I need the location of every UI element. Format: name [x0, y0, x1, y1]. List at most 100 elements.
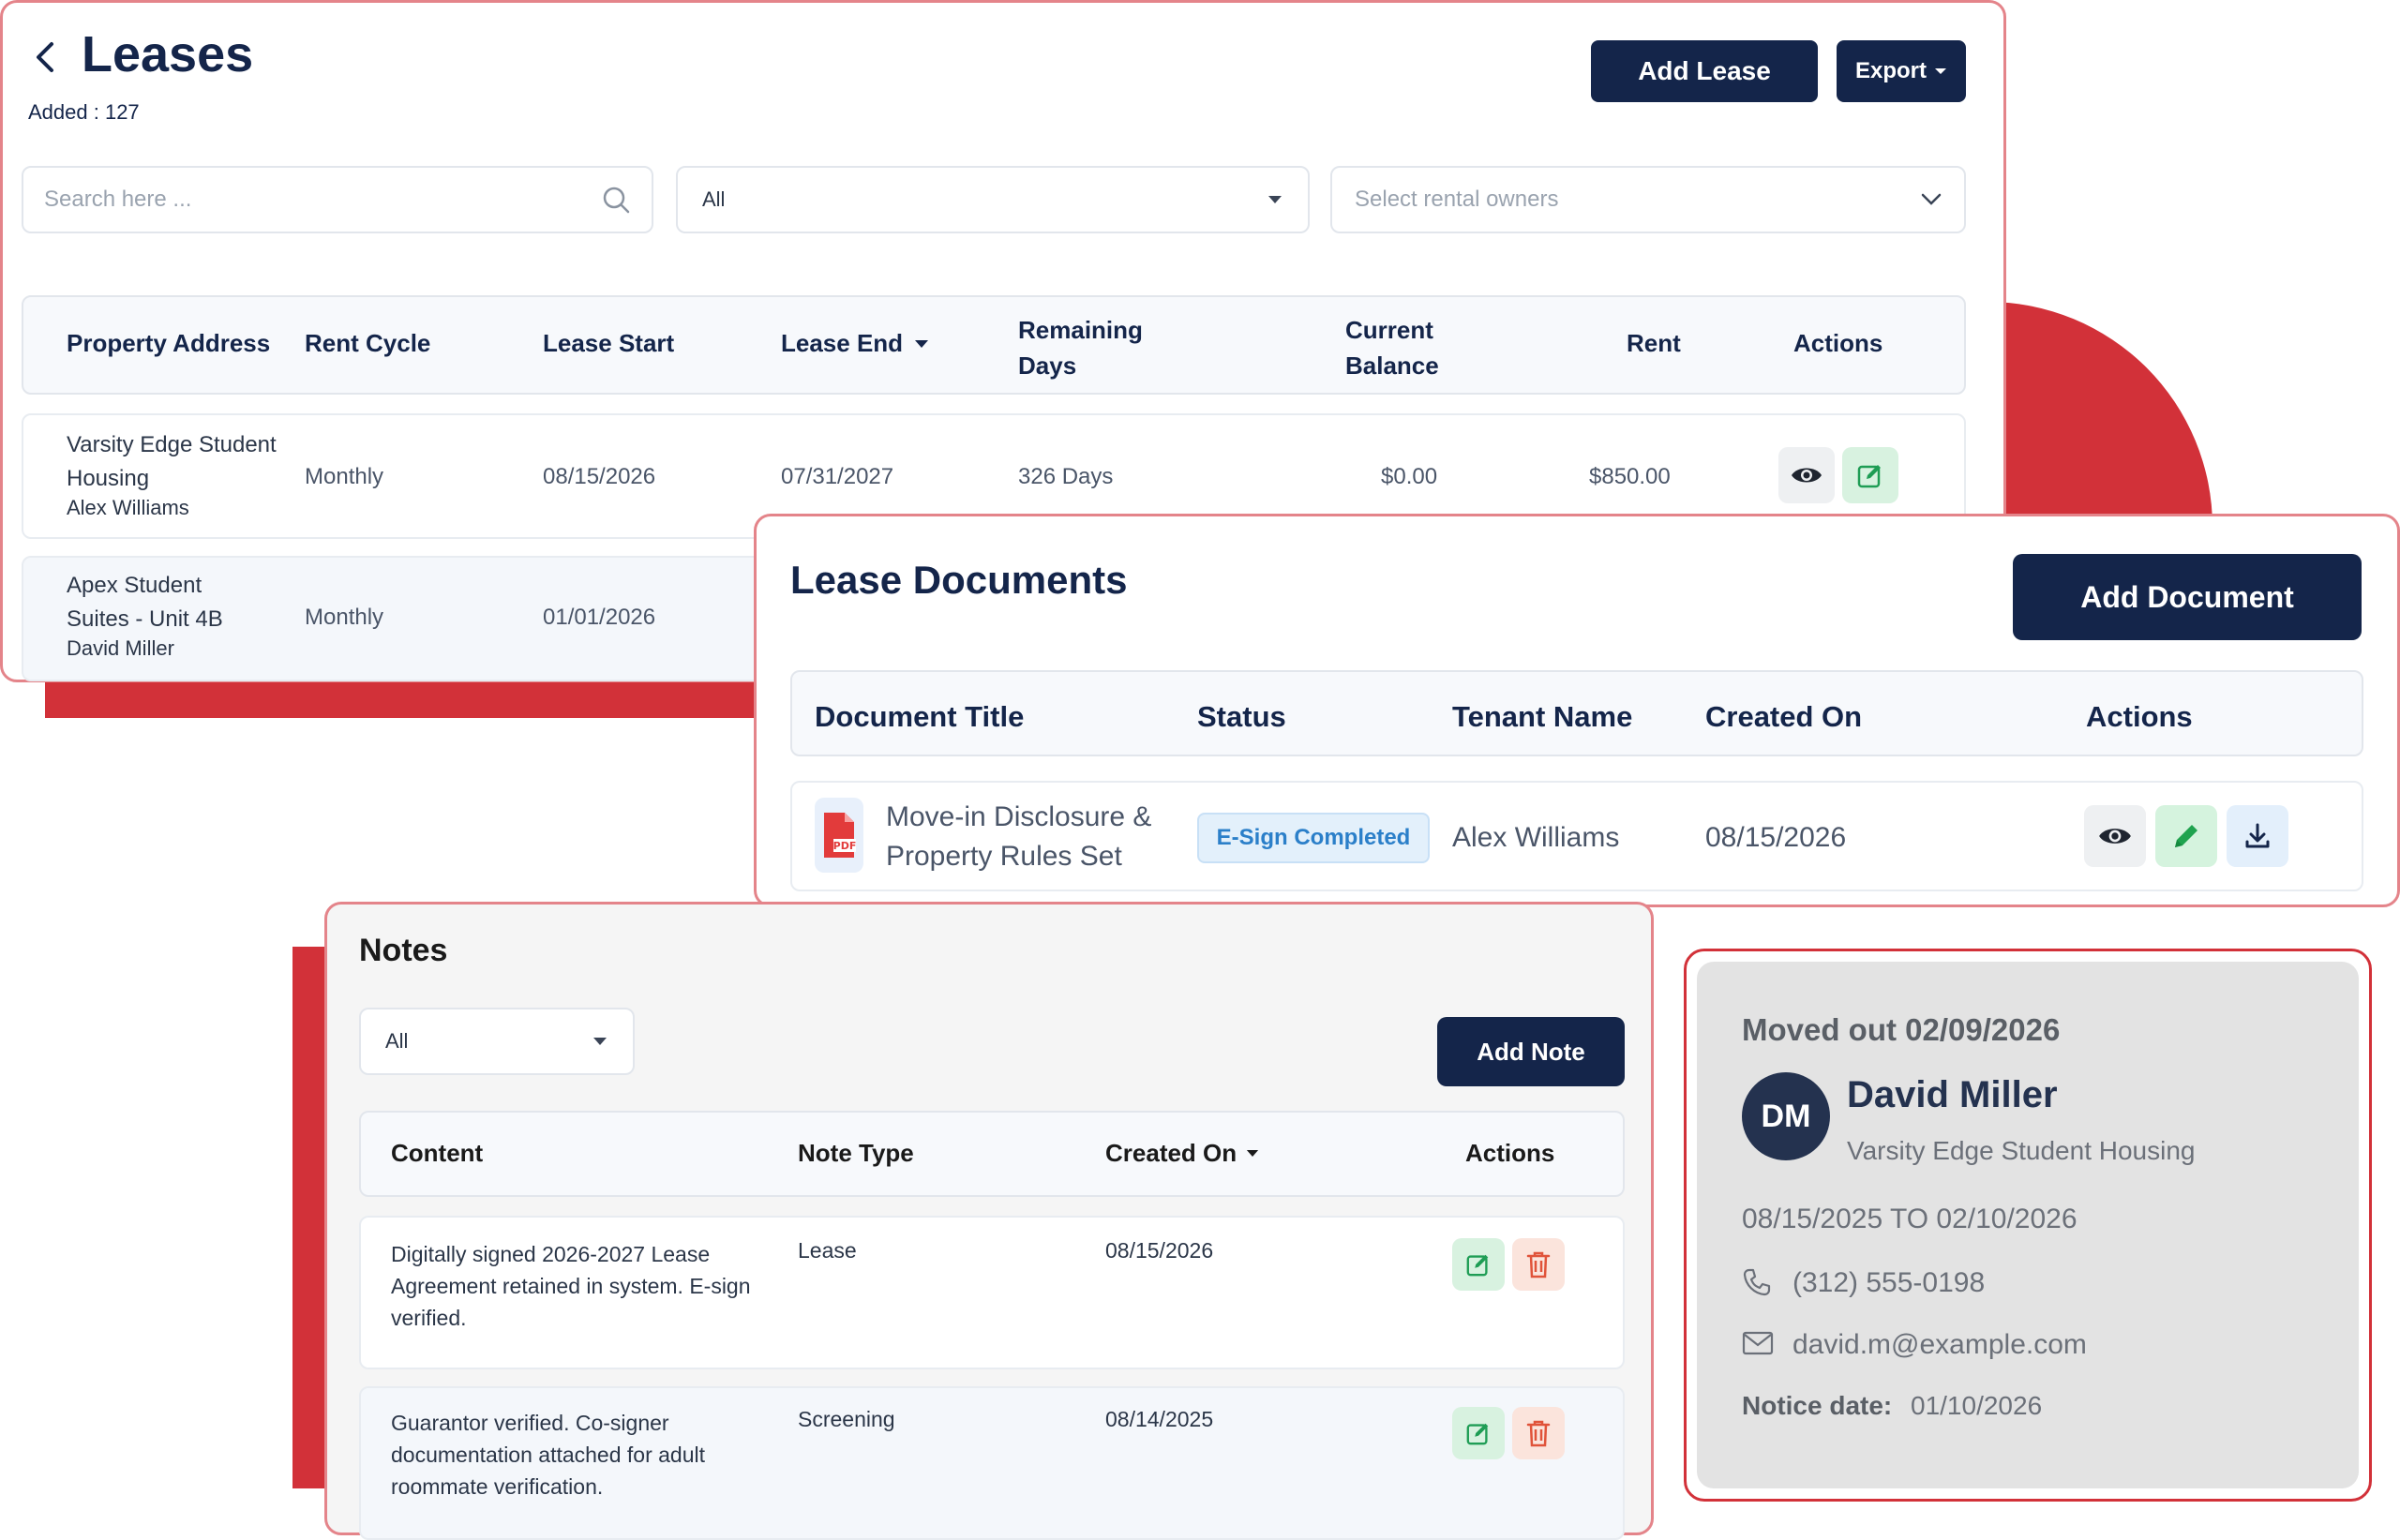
email-address[interactable]: david.m@example.com: [1792, 1329, 2087, 1361]
column-header[interactable]: Note Type: [798, 1139, 914, 1168]
notice-date-label: Notice date:: [1742, 1391, 1893, 1420]
add-lease-button[interactable]: Add Lease: [1591, 40, 1818, 102]
edit-button[interactable]: [1842, 447, 1898, 503]
added-count: Added : 127: [28, 100, 140, 124]
export-button[interactable]: Export: [1837, 40, 1966, 102]
note-created-on: 08/15/2026: [1105, 1238, 1214, 1263]
documents-title: Lease Documents: [790, 558, 1128, 602]
column-header[interactable]: Rent: [1627, 329, 1681, 358]
trash-icon: [1526, 1251, 1551, 1278]
column-header[interactable]: Property Address: [67, 329, 270, 358]
edit-icon: [1466, 1254, 1489, 1277]
notice-date-value: 01/10/2026: [1911, 1391, 2043, 1420]
property-address: Apex Student Suites - Unit 4B: [67, 573, 223, 632]
caret-down-icon: [593, 1038, 607, 1045]
rent-cycle: Monthly: [305, 464, 384, 489]
sort-down-icon: [915, 339, 929, 348]
add-note-button[interactable]: Add Note: [1437, 1017, 1625, 1086]
add-document-button[interactable]: Add Document: [2013, 554, 2362, 640]
delete-button[interactable]: [1512, 1238, 1565, 1291]
column-header: Actions: [1465, 1139, 1555, 1167]
note-type: Lease: [798, 1238, 857, 1263]
edit-button[interactable]: [1452, 1238, 1505, 1291]
status-badge: E-Sign Completed: [1197, 813, 1430, 863]
view-button[interactable]: [2084, 805, 2146, 867]
rent-amount: $850.00: [1589, 464, 1671, 489]
pencil-icon: [2175, 825, 2198, 847]
page-title: Leases: [82, 26, 254, 82]
notes-table-header: [359, 1111, 1625, 1197]
tenant-name: Alex Williams: [1452, 822, 1620, 853]
lease-start: 08/15/2026: [543, 464, 656, 489]
delete-button[interactable]: [1512, 1407, 1565, 1459]
chevron-down-icon: [1921, 193, 1942, 205]
tenant-property: Varsity Edge Student Housing: [1847, 1136, 2196, 1165]
note-content: Digitally signed 2026-2027 Lease Agreeme…: [391, 1242, 751, 1330]
note-type: Screening: [798, 1407, 895, 1431]
column-header[interactable]: Status: [1197, 700, 1286, 734]
lease-period: 08/15/2025 TO 02/10/2026: [1742, 1204, 2078, 1234]
status-filter-value: All: [702, 187, 726, 211]
sort-down-icon: [1247, 1150, 1259, 1157]
search-placeholder: Search here ...: [44, 187, 192, 212]
tenant-name: David Miller: [67, 636, 174, 660]
download-button[interactable]: [2227, 805, 2288, 867]
tenant-card: Moved out 02/09/2026 DM David Miller Var…: [1697, 962, 2359, 1488]
column-header[interactable]: Remaining Days: [1018, 312, 1178, 383]
edit-button[interactable]: [1452, 1407, 1505, 1459]
note-content: Guarantor verified. Co-signer documentat…: [391, 1411, 706, 1499]
edit-button[interactable]: [2155, 805, 2217, 867]
avatar: DM: [1742, 1072, 1830, 1160]
note-type-filter-value: All: [385, 1029, 409, 1053]
edit-icon: [1857, 465, 1881, 488]
column-header[interactable]: Current Balance: [1345, 312, 1477, 383]
notes-panel: Notes All Add Note Content Note Type Cre…: [324, 902, 1654, 1540]
search-input[interactable]: Search here ...: [22, 166, 653, 233]
lease-end-sort-header[interactable]: Lease End: [781, 329, 929, 358]
export-label: Export: [1854, 58, 1927, 83]
phone-icon: [1742, 1267, 1772, 1297]
lease-start: 01/01/2026: [543, 605, 656, 630]
column-header: Actions: [1793, 329, 1883, 357]
eye-icon: [1792, 468, 1822, 483]
moved-out-label: Moved out 02/09/2026: [1742, 1012, 2061, 1047]
trash-icon: [1526, 1420, 1551, 1447]
download-icon: [2245, 823, 2270, 848]
created-on: 08/15/2026: [1705, 822, 1847, 853]
edit-icon: [1466, 1423, 1489, 1445]
column-header[interactable]: Created On: [1705, 700, 1862, 734]
caret-down-icon: [1268, 196, 1282, 203]
created-on-sort-header[interactable]: Created On: [1105, 1139, 1259, 1168]
note-type-filter[interactable]: All: [359, 1008, 635, 1075]
column-header[interactable]: Rent Cycle: [305, 329, 430, 358]
column-header[interactable]: Content: [391, 1139, 483, 1168]
lease-end: 07/31/2027: [781, 464, 894, 489]
column-header: Created On: [1105, 1139, 1238, 1167]
current-balance: $0.00: [1381, 464, 1438, 489]
property-address: Varsity Edge Student Housing: [67, 432, 277, 491]
view-button[interactable]: [1778, 447, 1835, 503]
rental-owners-placeholder: Select rental owners: [1355, 187, 1559, 212]
pdf-file-icon: PDF: [815, 798, 863, 873]
tenant-name: David Miller: [1847, 1074, 2058, 1115]
remaining-days: 326 Days: [1018, 464, 1114, 489]
mail-icon: [1742, 1331, 1774, 1355]
column-header[interactable]: Document Title: [815, 700, 1024, 734]
document-title[interactable]: Move-in Disclosure & Property Rules Set: [886, 798, 1195, 876]
column-header: Actions: [2086, 700, 2193, 733]
notes-title: Notes: [359, 933, 448, 968]
back-icon[interactable]: [31, 38, 59, 76]
column-header[interactable]: Tenant Name: [1452, 700, 1632, 734]
eye-icon: [2099, 829, 2131, 844]
pdf-badge-text: PDF: [833, 840, 857, 852]
search-icon: [603, 187, 630, 214]
note-created-on: 08/14/2025: [1105, 1407, 1214, 1431]
rental-owners-select[interactable]: Select rental owners: [1330, 166, 1966, 233]
tenant-name: Alex Williams: [67, 496, 189, 519]
lease-documents-panel: Lease Documents Add Document Document Ti…: [754, 514, 2400, 907]
caret-down-icon: [1935, 68, 1946, 74]
rent-cycle: Monthly: [305, 605, 384, 630]
column-header[interactable]: Lease Start: [543, 329, 674, 358]
status-filter-select[interactable]: All: [676, 166, 1310, 233]
phone-number[interactable]: (312) 555-0198: [1792, 1267, 1985, 1299]
